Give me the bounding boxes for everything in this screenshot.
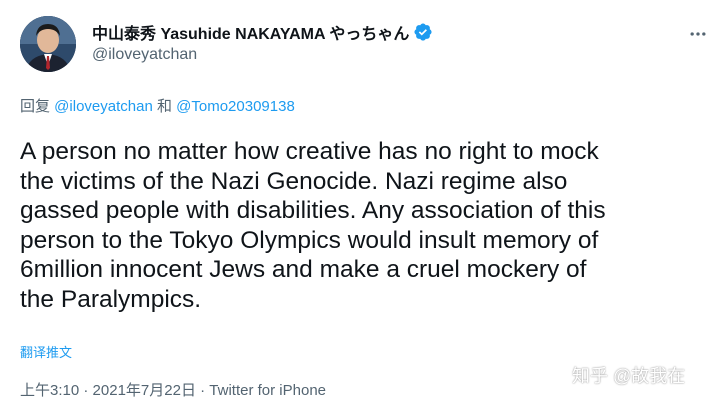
watermark: 知乎 @故我在 (572, 366, 686, 386)
tweet-date[interactable]: 2021年7月22日 (93, 382, 196, 399)
verified-badge-icon (413, 22, 433, 42)
tweet-text-line: person to the Tokyo Olympics would insul… (20, 226, 599, 254)
display-name[interactable]: 中山泰秀 Yasuhide NAKAYAMA やっちゃん (92, 20, 409, 44)
tweet-source[interactable]: Twitter for iPhone (209, 382, 326, 399)
reply-mention-link[interactable]: @iloveyatchan (54, 98, 153, 115)
display-name-row: 中山泰秀 Yasuhide NAKAYAMA やっちゃん (92, 20, 433, 44)
tweet-text-line: gassed people with disabilities. Any ass… (20, 197, 606, 224)
tweet-text-line: the victims of the Nazi Genocide. Nazi r… (20, 167, 568, 195)
translate-tweet-link[interactable]: 翻译推文 (20, 342, 72, 361)
tweet-text-line: the Paralympics. (20, 285, 202, 313)
meta-separator: · (195, 382, 210, 399)
tweet-meta: 上午3:10 · 2021年7月22日 · Twitter for iPhone (20, 379, 326, 400)
avatar-image (20, 16, 76, 72)
reply-mention-link[interactable]: @Tomo20309138 (176, 98, 295, 115)
meta-separator: · (79, 382, 93, 399)
tweet-header: 中山泰秀 Yasuhide NAKAYAMA やっちゃん @iloveyatch… (20, 14, 710, 78)
tweet-card: 中山泰秀 Yasuhide NAKAYAMA やっちゃん @iloveyatch… (0, 0, 720, 406)
more-options-icon[interactable] (686, 22, 710, 46)
reply-conjunction: 和 (152, 98, 177, 115)
tweet-time[interactable]: 上午3:10 (20, 382, 79, 399)
author-handle[interactable]: @iloveyatchan (92, 46, 433, 64)
tweet-text: A person no matter how creative has no r… (20, 137, 710, 314)
tweet-text-line: A person no matter how creative has no r… (20, 138, 599, 165)
author-names: 中山泰秀 Yasuhide NAKAYAMA やっちゃん @iloveyatch… (92, 20, 433, 64)
reply-prefix: 回复 (20, 98, 55, 115)
tweet-text-line: 6million innocent Jews and make a cruel … (20, 256, 587, 283)
reply-context: 回复 @iloveyatchan 和 @Tomo20309138 (20, 95, 295, 116)
avatar[interactable] (20, 16, 76, 72)
